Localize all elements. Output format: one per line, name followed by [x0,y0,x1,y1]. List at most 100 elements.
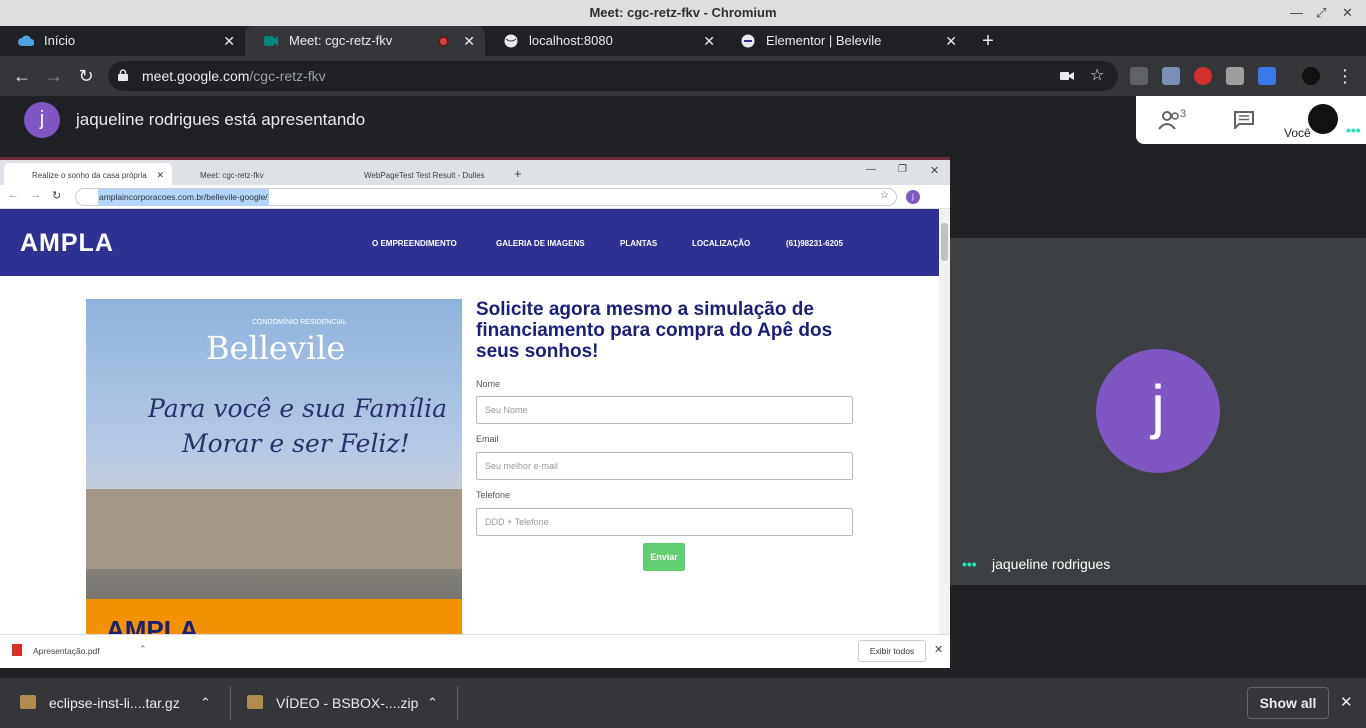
shared-back-icon: ← [8,189,19,201]
show-all-button[interactable]: Show all [1247,687,1329,719]
hero-footer-logo: AMPLA [106,615,199,634]
url-host: meet.google.com [142,68,250,84]
shared-restore-icon: ❐ [898,164,907,175]
tab-label: Meet: cgc-retz-fkv [289,33,393,48]
restore-icon[interactable]: ⤢ [1316,0,1326,26]
shared-forward-icon: → [30,189,41,201]
participants-count: 3 [1180,108,1187,120]
chevron-up-icon[interactable]: ⌃ [427,678,438,728]
shared-chevron-icon: ⌃ [139,644,147,654]
chat-icon[interactable] [1234,111,1254,129]
adblock-icon[interactable] [1194,67,1212,85]
nav-galeria: GALERIA DE IMAGENS [496,239,585,248]
shared-download-file: Apresentação.pdf [33,646,100,656]
camera-icon[interactable] [1060,70,1074,82]
hero-tagline-1: Para você e sua Família [148,394,447,423]
shared-profile-avatar: j [906,190,920,204]
close-downloads-icon[interactable]: ✕ [1340,693,1353,711]
menu-icon[interactable]: ⋮ [1334,56,1356,96]
download-file-name: eclipse-inst-li....tar.gz [49,695,180,711]
self-avatar [1308,104,1338,134]
tab-localhost[interactable]: localhost:8080 ✕ [485,26,725,56]
name-input: Seu Nome [476,396,853,424]
shared-toolbar: ← → ↻ amplaincorporacoes.com.br/bellevil… [0,185,950,209]
window-title-bar: Meet: cgc-retz-fkv - Chromium — ⤢ ✕ [0,0,1366,26]
shared-url: amplaincorporacoes.com.br/bellevile-goog… [98,189,269,206]
meet-icon [264,36,278,46]
window-title: Meet: cgc-retz-fkv - Chromium [589,5,777,20]
download-separator [230,686,231,720]
enviar-button: Enviar [643,543,685,571]
extension-m-icon[interactable] [1226,67,1244,85]
shared-tab-strip: Realize o sonho da casa própria ✕ Meet: c… [0,157,950,188]
ampla-icon [741,34,755,48]
tab-label: Elementor | Belevile [766,33,882,48]
presenter-avatar: j [24,102,60,138]
presenting-label: jaqueline rodrigues está apresentando [76,110,366,129]
website-content: AMPLA O EMPREENDIMENTO GALERIA DE IMAGEN… [0,209,939,634]
archive-icon [20,695,36,709]
forward-icon[interactable]: → [43,56,65,96]
shared-close-icon: ✕ [930,165,940,177]
download-item[interactable]: VÍDEO - BSBOX-....zip ⌃ [247,678,452,728]
back-icon[interactable]: ← [11,56,33,96]
nav-phone: (61)98231-6205 [786,239,843,248]
phone-input: DDD + Telefone [476,508,853,536]
email-input: Seu melhor e-mail [476,452,853,480]
address-bar[interactable]: meet.google.com/cgc-retz-fkv ☆ [108,61,1118,91]
shared-scrollbar [939,209,950,634]
participant-tile: j ••• jaqueline rodrigues [950,238,1366,585]
shared-minimize-icon: — [866,164,876,175]
close-tab-icon[interactable]: ✕ [703,26,715,56]
more-dots-icon[interactable]: ••• [1346,122,1361,138]
you-label: Você [1284,126,1311,140]
browser-toolbar: ← → ↻ meet.google.com/cgc-retz-fkv ☆ ⋮ [0,56,1366,96]
puzzle-icon[interactable] [1162,67,1180,85]
globe-icon [504,34,518,48]
cloud-icon [18,35,34,46]
participant-more-icon[interactable]: ••• [962,556,977,572]
close-tab-icon[interactable]: ✕ [945,26,957,56]
name-label: Nome [476,379,501,389]
new-tab-button[interactable]: + [978,26,998,56]
ampla-logo: AMPLA [20,229,114,257]
bookmark-star-icon[interactable]: ☆ [1090,65,1104,85]
shared-screen: Realize o sonho da casa própria ✕ Meet: c… [0,157,950,668]
shared-close-download-icon: ✕ [934,644,944,656]
download-file-name: VÍDEO - BSBOX-....zip [276,695,419,711]
minimize-icon[interactable]: — [1290,0,1303,26]
lock-icon [118,69,128,81]
pdf-icon [12,644,22,656]
chevron-up-icon[interactable]: ⌃ [200,678,211,728]
close-tab-icon[interactable]: ✕ [223,26,235,56]
tab-meet[interactable]: Meet: cgc-retz-fkv ✕ [245,26,485,56]
download-separator [457,686,458,720]
close-tab-icon[interactable]: ✕ [463,26,475,56]
tab-strip: Início ✕ Meet: cgc-retz-fkv ✕ localhost:… [0,26,1366,56]
dropbox-icon[interactable] [1130,67,1148,85]
archive-icon [247,695,263,709]
shared-address-bar: amplaincorporacoes.com.br/bellevile-goog… [75,188,897,206]
tab-inicio[interactable]: Início ✕ [0,26,245,56]
profile-avatar[interactable] [1302,67,1320,85]
extension-badge-icon[interactable] [1258,67,1276,85]
downloads-bar: eclipse-inst-li....tar.gz ⌃ VÍDEO - BSBO… [0,678,1366,728]
hero-tagline-2: Morar e ser Feliz! [182,429,410,458]
meet-side-panel: 3 Você ••• [1136,96,1366,144]
people-icon[interactable] [1158,110,1182,130]
recording-icon [438,36,449,47]
reload-icon[interactable]: ↻ [75,56,97,96]
tab-label: Início [44,33,76,48]
shared-reload-icon: ↻ [52,190,62,202]
hero-subtitle: CONDOMÍNIO RESIDENCIAL [252,319,347,326]
participant-name: jaqueline rodrigues [992,556,1111,572]
participant-avatar: j [1096,349,1220,473]
shared-new-tab-icon: + [514,166,522,181]
download-item[interactable]: eclipse-inst-li....tar.gz ⌃ [20,678,225,728]
tab-label: localhost:8080 [529,33,613,48]
site-header: AMPLA O EMPREENDIMENTO GALERIA DE IMAGEN… [0,209,939,276]
building-illustration [86,489,462,569]
close-window-icon[interactable]: ✕ [1342,0,1353,26]
nav-localizacao: LOCALIZAÇÃO [692,239,751,248]
tab-elementor[interactable]: Elementor | Belevile ✕ [722,26,967,56]
